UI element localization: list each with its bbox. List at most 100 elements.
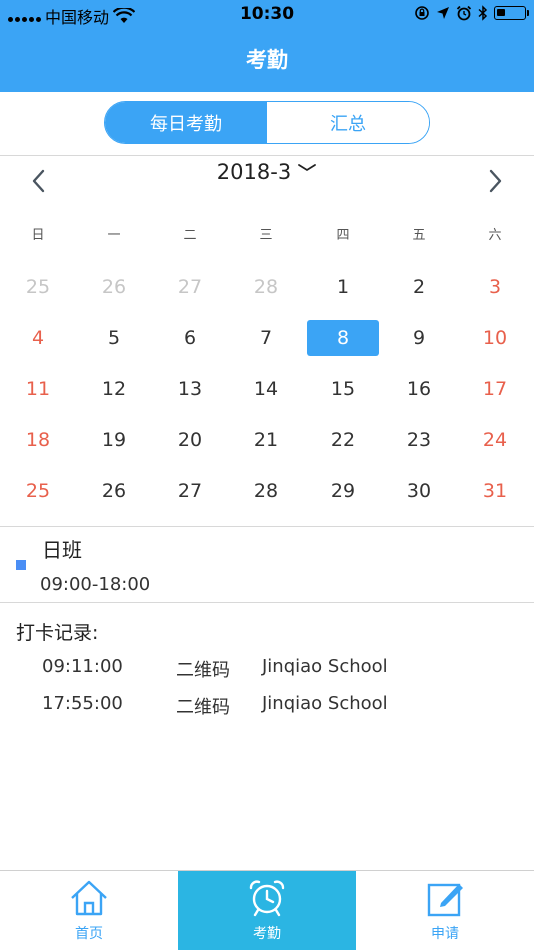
calendar-day[interactable]: 18 xyxy=(0,422,76,458)
tab-home[interactable]: 首页 xyxy=(0,871,178,950)
tab-label: 首页 xyxy=(75,926,103,942)
alarm-icon xyxy=(456,5,472,21)
calendar-day[interactable]: 27 xyxy=(152,473,228,509)
calendar-day[interactable]: 22 xyxy=(305,422,381,458)
calendar-day-number: 28 xyxy=(253,276,279,298)
calendar-day-number: 22 xyxy=(330,429,356,451)
lock-rotation-icon xyxy=(415,6,429,20)
calendar-day[interactable]: 2 xyxy=(381,269,457,305)
calendar-day[interactable]: 13 xyxy=(152,371,228,407)
calendar-day[interactable]: 11 xyxy=(0,371,76,407)
calendar-day-number: 13 xyxy=(177,378,203,400)
record-row: 17:55:00 二维码 Jinqiao School xyxy=(0,693,534,719)
calendar-day-number: 16 xyxy=(406,378,432,400)
calendar-day-number: 23 xyxy=(406,429,432,451)
calendar-day[interactable]: 3 xyxy=(457,269,533,305)
shift-color-marker xyxy=(16,560,26,570)
tab-apply[interactable]: 申请 xyxy=(356,871,534,950)
page-title: 考勤 xyxy=(246,48,288,72)
calendar-day-number: 12 xyxy=(101,378,127,400)
battery-icon xyxy=(494,6,529,20)
location-icon xyxy=(437,7,449,19)
tab-daily-attendance[interactable]: 每日考勤 xyxy=(105,102,267,143)
calendar-day[interactable]: 26 xyxy=(76,473,152,509)
calendar-day-number: 20 xyxy=(177,429,203,451)
month-label: 2018-3 xyxy=(216,160,292,184)
tab-bar: 首页 考勤 申请 xyxy=(0,870,534,950)
calendar-day-number: 27 xyxy=(177,480,203,502)
calendar-day[interactable]: 25 xyxy=(0,269,76,305)
calendar-day[interactable]: 25 xyxy=(0,473,76,509)
calendar-day-number: 9 xyxy=(412,327,426,349)
calendar-day-number: 6 xyxy=(183,327,197,349)
calendar-day[interactable]: 9 xyxy=(381,320,457,356)
calendar-day[interactable]: 5 xyxy=(76,320,152,356)
status-bar: 中国移动 10:30 xyxy=(0,0,534,28)
status-right xyxy=(414,5,529,21)
calendar-day[interactable]: 30 xyxy=(381,473,457,509)
calendar-day-number: 25 xyxy=(25,480,51,502)
chevron-down-icon xyxy=(298,164,317,172)
weekday-label: 日 xyxy=(31,228,45,243)
calendar-day-number: 18 xyxy=(25,429,51,451)
calendar-day[interactable]: 27 xyxy=(152,269,228,305)
record-place: Jinqiao School xyxy=(262,656,388,677)
calendar-day[interactable]: 14 xyxy=(228,371,304,407)
calendar-day-number: 31 xyxy=(482,480,508,502)
record-time: 17:55:00 xyxy=(42,693,123,714)
calendar-day-number: 24 xyxy=(482,429,508,451)
calendar-day-number: 27 xyxy=(177,276,203,298)
tab-label: 考勤 xyxy=(253,926,281,942)
next-month-button[interactable] xyxy=(484,168,506,194)
divider xyxy=(0,526,534,527)
calendar-day[interactable]: 19 xyxy=(76,422,152,458)
calendar-day[interactable]: 6 xyxy=(152,320,228,356)
calendar-day-number: 17 xyxy=(482,378,508,400)
calendar-day[interactable]: 17 xyxy=(457,371,533,407)
calendar-day[interactable]: 28 xyxy=(228,473,304,509)
tab-label: 申请 xyxy=(431,926,459,942)
shift-name: 日班 xyxy=(42,538,82,562)
calendar-day[interactable]: 1 xyxy=(305,269,381,305)
calendar-day-number: 14 xyxy=(253,378,279,400)
record-method: 二维码 xyxy=(176,660,230,681)
tab-attendance[interactable]: 考勤 xyxy=(178,871,356,950)
calendar-day-number: 1 xyxy=(336,276,350,298)
calendar-day[interactable]: 28 xyxy=(228,269,304,305)
calendar-day[interactable]: 7 xyxy=(228,320,304,356)
record-method: 二维码 xyxy=(176,697,230,718)
view-segment: 每日考勤 汇总 xyxy=(104,101,430,144)
calendar-day[interactable]: 15 xyxy=(305,371,381,407)
calendar-day[interactable]: 10 xyxy=(457,320,533,356)
calendar-day[interactable]: 16 xyxy=(381,371,457,407)
calendar-day-number: 7 xyxy=(259,327,273,349)
calendar-day-number: 26 xyxy=(101,276,127,298)
calendar-day[interactable]: 20 xyxy=(152,422,228,458)
weekday-label: 三 xyxy=(259,228,273,243)
records-title: 打卡记录: xyxy=(16,622,99,644)
month-selector[interactable]: 2018-3 xyxy=(0,160,534,184)
calendar-day-number: 30 xyxy=(406,480,432,502)
calendar-day[interactable]: 4 xyxy=(0,320,76,356)
calendar-day[interactable]: 29 xyxy=(305,473,381,509)
calendar-day[interactable]: 26 xyxy=(76,269,152,305)
calendar-day[interactable]: 8 xyxy=(305,320,381,356)
bluetooth-icon xyxy=(478,5,488,21)
record-time: 09:11:00 xyxy=(42,656,123,677)
calendar-day[interactable]: 24 xyxy=(457,422,533,458)
calendar-day-number: 4 xyxy=(31,327,45,349)
tab-summary[interactable]: 汇总 xyxy=(267,102,429,143)
calendar-day[interactable]: 12 xyxy=(76,371,152,407)
shift-time: 09:00-18:00 xyxy=(40,574,151,595)
calendar-day-number: 25 xyxy=(25,276,51,298)
home-icon xyxy=(71,880,107,916)
calendar-day-number: 29 xyxy=(330,480,356,502)
calendar-day-number: 3 xyxy=(488,276,502,298)
calendar-day-number: 11 xyxy=(25,378,51,400)
weekday-label: 二 xyxy=(183,228,197,243)
calendar-day-number: 2 xyxy=(412,276,426,298)
calendar-day[interactable]: 31 xyxy=(457,473,533,509)
calendar-day[interactable]: 21 xyxy=(228,422,304,458)
calendar-day[interactable]: 23 xyxy=(381,422,457,458)
calendar-day-number: 5 xyxy=(107,327,121,349)
